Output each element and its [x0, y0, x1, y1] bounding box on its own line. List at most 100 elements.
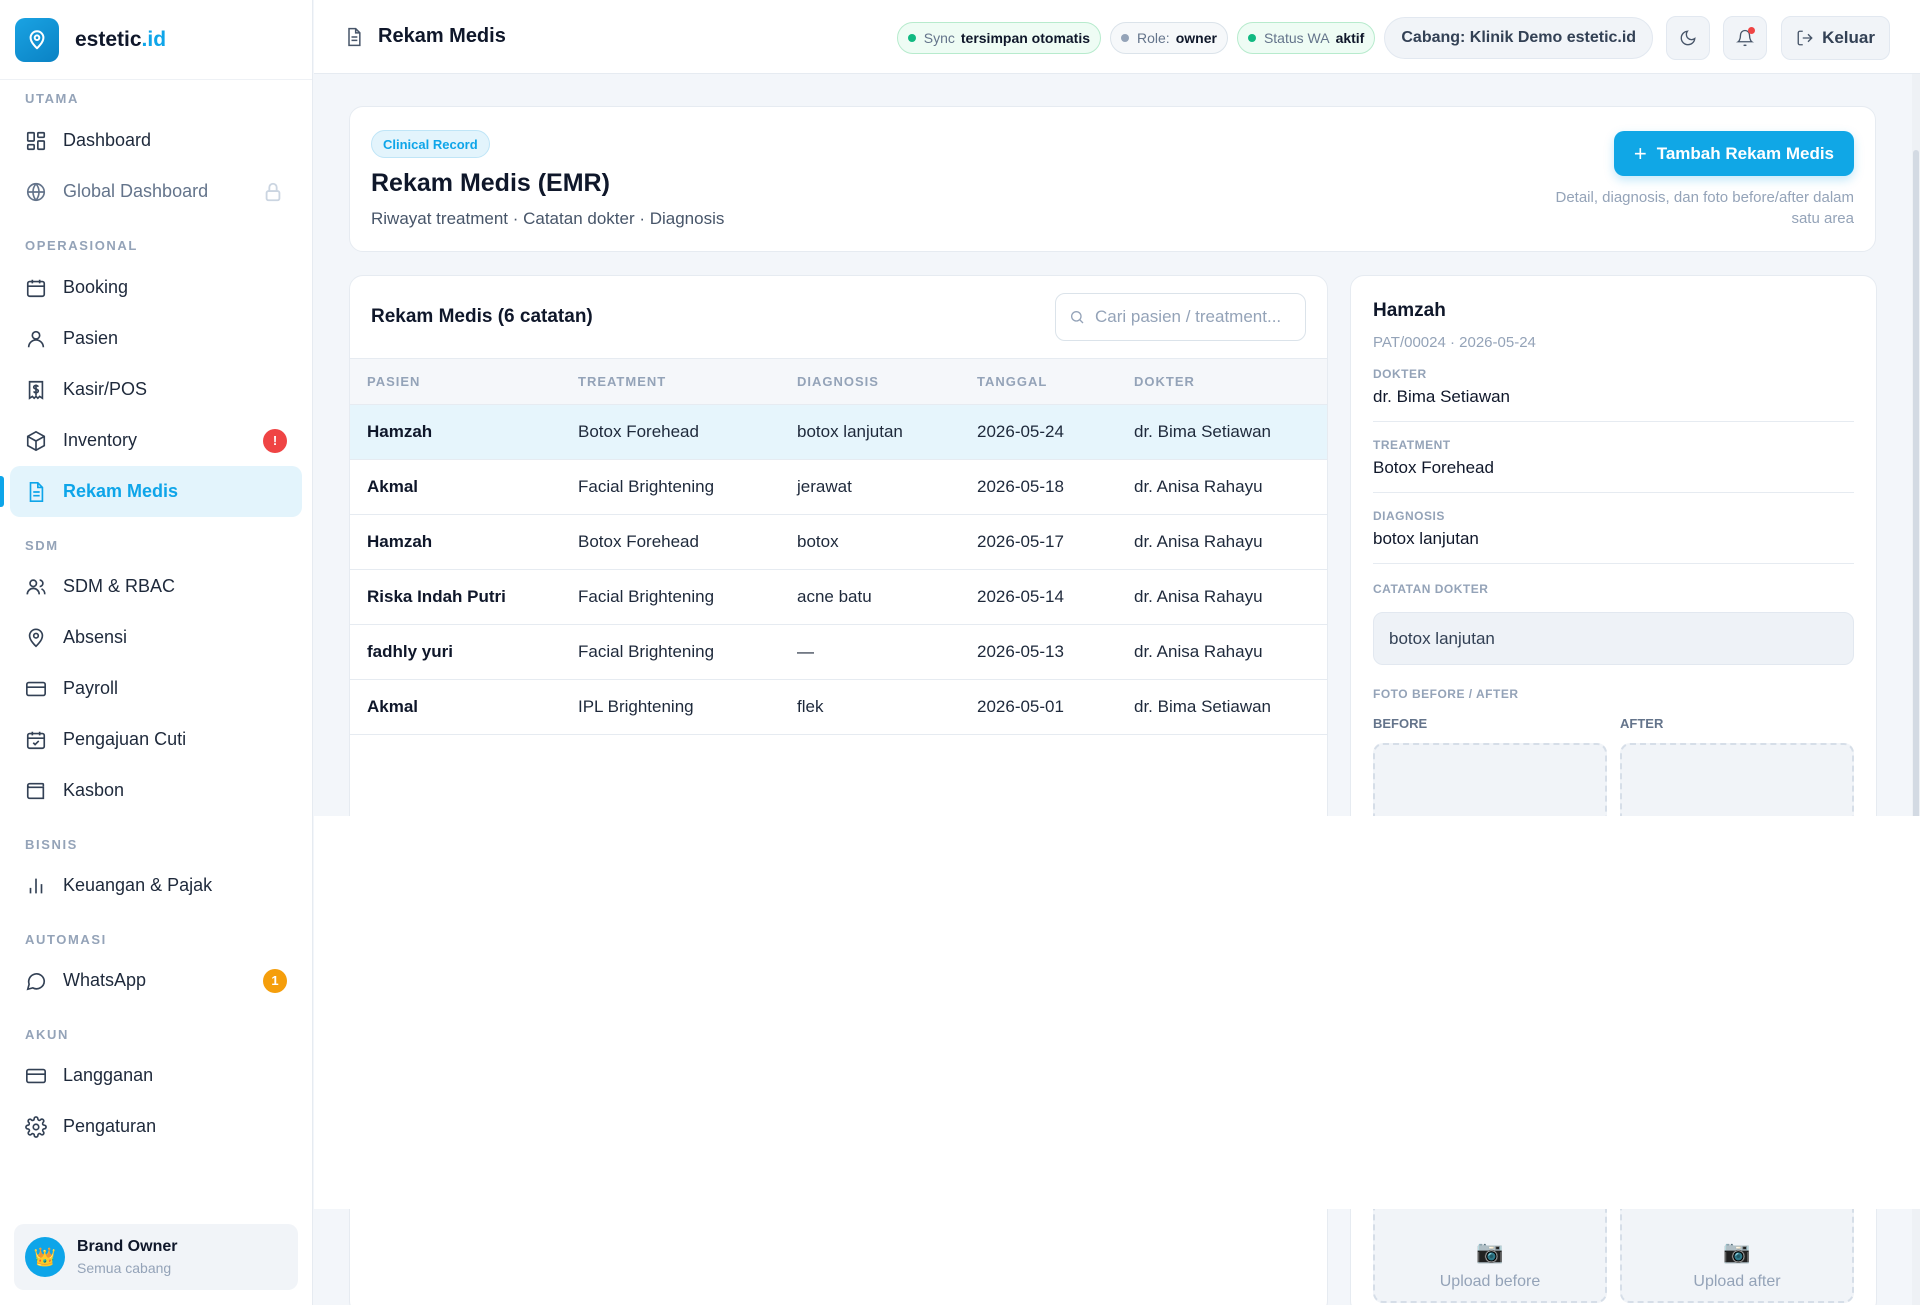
sidebar-item-payroll[interactable]: Payroll — [10, 663, 302, 714]
table-row[interactable]: fadhly yuri Facial Brightening — 2026-05… — [350, 624, 1327, 680]
cell-diagnosis: jerawat — [780, 459, 960, 515]
user-card[interactable]: 👑 Brand Owner Semua cabang — [14, 1224, 298, 1290]
cell-dokter: dr. Anisa Rahayu — [1117, 514, 1327, 570]
scrollbar-thumb[interactable] — [1913, 150, 1919, 866]
photo-section-label: FOTO BEFORE / AFTER — [1373, 687, 1519, 701]
page-heading: Rekam Medis (EMR) — [371, 169, 610, 197]
notifications-button[interactable] — [1723, 16, 1768, 60]
field-label: TREATMENT — [1373, 438, 1451, 452]
doctor-notes-field[interactable]: botox lanjutan — [1373, 612, 1854, 665]
globe-icon — [26, 182, 46, 201]
cell-dokter: dr. Anisa Rahayu — [1117, 459, 1327, 515]
cell-pasien: Akmal — [350, 459, 561, 515]
list-title: Rekam Medis (6 catatan) — [371, 306, 593, 327]
sidebar-item-label: Pengajuan Cuti — [63, 729, 187, 749]
cell-dokter: dr. Anisa Rahayu — [1117, 624, 1327, 680]
avatar: 👑 — [25, 1237, 65, 1277]
moon-icon — [1680, 30, 1696, 46]
records-table: PASIEN TREATMENT DIAGNOSIS TANGGAL DOKTE… — [350, 358, 1327, 735]
table-row[interactable]: Hamzah Botox Forehead botox 2026-05-17 d… — [350, 514, 1327, 570]
gear-icon — [25, 1115, 47, 1138]
sidebar-item-pengaturan[interactable]: Pengaturan — [10, 1101, 302, 1152]
field-value: botox lanjutan — [1373, 529, 1479, 548]
logout-button[interactable]: Keluar — [1781, 16, 1890, 60]
sidebar-item-dashboard[interactable]: Dashboard — [10, 115, 302, 166]
cell-diagnosis: flek — [780, 679, 960, 735]
unrendered-region — [314, 816, 1920, 1209]
cell-tanggal: 2026-05-13 — [960, 624, 1117, 680]
page-header-card: Clinical Record Rekam Medis (EMR) Riwaya… — [349, 106, 1876, 252]
after-label: AFTER — [1620, 716, 1664, 731]
table-row[interactable]: Riska Indah Putri Facial Brightening acn… — [350, 569, 1327, 625]
cell-treatment: Botox Forehead — [561, 514, 780, 570]
search-input[interactable]: Cari pasien / treatment... — [1055, 293, 1306, 341]
camera-icon: 📷 — [1723, 1239, 1751, 1264]
section-operasional: OPERASIONAL — [25, 238, 138, 253]
column-header[interactable]: PASIEN — [350, 358, 561, 405]
cell-treatment: IPL Brightening — [561, 679, 780, 735]
cell-diagnosis: botox lanjutan — [780, 404, 960, 460]
add-record-button[interactable]: + Tambah Rekam Medis — [1613, 131, 1854, 176]
sidebar-item-kasbon[interactable]: Kasbon — [10, 765, 302, 816]
sidebar-item-keuangan[interactable]: Keuangan & Pajak — [10, 860, 302, 911]
sidebar-item-pengajuan-cuti[interactable]: Pengajuan Cuti — [10, 714, 302, 765]
status-dot — [1121, 34, 1130, 42]
calendar-icon — [26, 279, 46, 297]
page-subtitle: Riwayat treatment · Catatan dokter · Dia… — [371, 209, 725, 228]
sidebar-item-label: Payroll — [63, 678, 119, 698]
column-header[interactable]: DIAGNOSIS — [780, 358, 960, 405]
logout-icon — [1797, 30, 1813, 46]
plus-icon: + — [1633, 140, 1647, 166]
sidebar-item-absensi[interactable]: Absensi — [10, 612, 302, 663]
table-row[interactable]: Akmal IPL Brightening flek 2026-05-01 dr… — [350, 679, 1327, 735]
cell-diagnosis: botox — [780, 514, 960, 570]
branch-selector[interactable]: Cabang: Klinik Demo estetic.id — [1384, 17, 1654, 59]
topbar: Rekam Medis Sync tersimpan otomatis Role:… — [314, 0, 1920, 74]
detail-patient-meta: PAT/00024 · 2026-05-24 — [1373, 334, 1536, 351]
receipt-dollar-icon — [28, 380, 44, 400]
sidebar-item-inventory[interactable]: Inventory ! — [10, 415, 302, 466]
cell-pasien: fadhly yuri — [350, 624, 561, 680]
table-row[interactable]: Hamzah Botox Forehead botox lanjutan 202… — [350, 404, 1327, 460]
sidebar-item-booking[interactable]: Booking — [10, 262, 302, 313]
cell-pasien: Akmal — [350, 679, 561, 735]
sidebar-item-sdm-rbac[interactable]: SDM & RBAC — [10, 561, 302, 612]
topbar-actions: Sync tersimpan otomatis Role: owner Status… — [888, 16, 1890, 60]
brand[interactable]: estetic.id — [0, 0, 312, 80]
cell-tanggal: 2026-05-14 — [960, 569, 1117, 625]
column-header[interactable]: TREATMENT — [561, 358, 780, 405]
column-header[interactable]: TANGGAL — [960, 358, 1117, 405]
cell-diagnosis: — — [780, 624, 960, 680]
sidebar-item-whatsapp[interactable]: WhatsApp 1 — [10, 955, 302, 1006]
map-pin-icon — [28, 627, 44, 647]
location-pin-icon — [15, 17, 59, 62]
camera-icon: 📷 — [1476, 1239, 1504, 1264]
sidebar-item-label: Pasien — [63, 328, 119, 348]
header-note: Detail, diagnosis, dan foto before/after… — [1555, 189, 1854, 227]
cell-treatment: Facial Brightening — [561, 624, 780, 680]
cell-dokter: dr. Bima Setiawan — [1117, 679, 1327, 735]
sidebar-item-label: Rekam Medis — [63, 481, 179, 501]
bar-chart-icon — [29, 878, 43, 893]
sidebar-item-langganan[interactable]: Langganan — [10, 1050, 302, 1101]
box-icon — [26, 430, 46, 451]
cell-dokter: dr. Anisa Rahayu — [1117, 569, 1327, 625]
section-tag: Clinical Record — [371, 130, 490, 158]
theme-toggle-button[interactable] — [1666, 16, 1711, 60]
sidebar-item-pasien[interactable]: Pasien — [10, 313, 302, 364]
sync-status-pill: Sync tersimpan otomatis — [896, 22, 1102, 54]
section-akun: AKUN — [25, 1027, 69, 1042]
cell-pasien: Hamzah — [350, 514, 561, 570]
sidebar-item-label: Keuangan & Pajak — [63, 875, 213, 895]
sidebar-item-global-dashboard[interactable]: Global Dashboard — [10, 166, 302, 217]
whatsapp-count-badge: 1 — [263, 968, 287, 993]
sidebar-item-label: Absensi — [63, 627, 128, 647]
table-row[interactable]: Akmal Facial Brightening jerawat 2026-05… — [350, 459, 1327, 515]
column-header[interactable]: DOKTER — [1117, 358, 1327, 405]
sidebar-item-rekam-medis[interactable]: Rekam Medis — [0, 466, 302, 517]
cell-treatment: Facial Brightening — [561, 459, 780, 515]
detail-patient-name: Hamzah — [1373, 300, 1446, 321]
sidebar-item-label: Kasbon — [63, 780, 125, 800]
sidebar-item-kasir[interactable]: Kasir/POS — [10, 364, 302, 415]
page-title: Rekam Medis — [344, 25, 506, 48]
